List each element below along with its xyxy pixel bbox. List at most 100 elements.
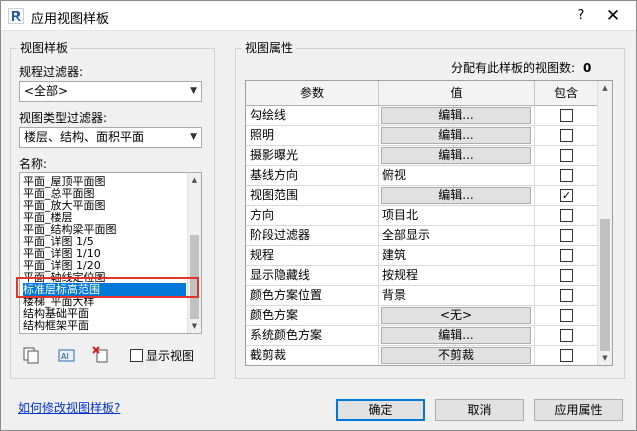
include-cell — [535, 266, 598, 286]
apply-view-template-dialog: 应用视图样板 ? ✕ 视图样板 规程过滤器: <全部> ▼ 视图类型过滤器: 楼… — [0, 0, 637, 431]
value-cell[interactable]: 项目北 — [379, 206, 535, 226]
edit-value-button[interactable]: 编辑... — [381, 147, 531, 164]
edit-value-button[interactable]: 编辑... — [381, 107, 531, 124]
parameter-cell: 系统颜色方案 — [246, 326, 379, 346]
title-bar: 应用视图样板 ? ✕ — [1, 1, 636, 31]
scroll-up-icon[interactable]: ▲ — [188, 173, 201, 187]
view-properties-table: 参数 值 包含 勾绘线 编辑... 照明 编辑... 摄影曝光 编辑... 基线方向 俯视 视图… — [245, 80, 613, 366]
list-item[interactable]: 结构框架平面 — [23, 319, 186, 332]
chevron-down-icon: ▼ — [190, 132, 197, 142]
scroll-thumb[interactable] — [600, 219, 610, 351]
include-cell — [535, 286, 598, 306]
how-to-modify-templates-link[interactable]: 如何修改视图样板? — [18, 399, 120, 416]
names-label: 名称: — [19, 157, 48, 171]
parameter-cell: 方向 — [246, 206, 379, 226]
revit-app-icon — [8, 8, 24, 24]
include-checkbox[interactable] — [560, 149, 573, 162]
include-cell — [535, 126, 598, 146]
table-row: 颜色方案 <无> — [246, 306, 598, 326]
value-cell: <无> — [379, 306, 535, 326]
names-list-scrollbar[interactable]: ▲ ▼ — [187, 173, 201, 333]
include-cell — [535, 206, 598, 226]
value-cell[interactable]: 全部显示 — [379, 226, 535, 246]
parameter-cell: 颜色方案位置 — [246, 286, 379, 306]
value-cell[interactable]: 背景 — [379, 286, 535, 306]
discipline-filter-select[interactable]: <全部> ▼ — [19, 81, 202, 102]
scroll-up-icon[interactable]: ▲ — [598, 81, 612, 95]
edit-value-button[interactable]: 不剪裁 — [381, 347, 531, 364]
view-properties-group-title: 视图属性 — [242, 40, 297, 56]
delete-icon[interactable] — [91, 345, 111, 365]
include-cell — [535, 226, 598, 246]
include-checkbox[interactable] — [560, 209, 573, 222]
parameter-cell: 阶段过滤器 — [246, 226, 379, 246]
value-cell[interactable]: 按规程 — [379, 266, 535, 286]
help-icon[interactable]: ? — [570, 5, 592, 27]
value-cell: 编辑... — [379, 326, 535, 346]
value-cell: 不剪裁 — [379, 346, 535, 365]
table-row: 系统颜色方案 编辑... — [246, 326, 598, 346]
include-checkbox[interactable] — [560, 309, 573, 322]
edit-value-button[interactable]: 编辑... — [381, 187, 531, 204]
include-checkbox[interactable] — [560, 129, 573, 142]
table-row: 视图范围 编辑... ✓ — [246, 186, 598, 206]
include-checkbox[interactable] — [560, 249, 573, 262]
table-row: 显示隐藏线 按规程 — [246, 266, 598, 286]
edit-value-button[interactable]: 编辑... — [381, 127, 531, 144]
edit-value-button[interactable]: <无> — [381, 307, 531, 324]
properties-scrollbar[interactable]: ▲ ▼ — [597, 81, 612, 365]
scroll-down-icon[interactable]: ▼ — [188, 319, 201, 333]
column-header-include[interactable]: 包含 — [535, 81, 598, 106]
table-row: 方向 项目北 — [246, 206, 598, 226]
value-cell: 编辑... — [379, 146, 535, 166]
include-checkbox[interactable] — [560, 349, 573, 362]
include-cell — [535, 246, 598, 266]
close-icon[interactable]: ✕ — [602, 5, 624, 27]
parameter-cell: 基线方向 — [246, 166, 379, 186]
include-checkbox-checked[interactable]: ✓ — [560, 189, 573, 202]
include-checkbox[interactable] — [560, 329, 573, 342]
include-checkbox[interactable] — [560, 109, 573, 122]
include-cell — [535, 346, 598, 365]
scroll-down-icon[interactable]: ▼ — [598, 351, 612, 365]
column-header-parameter[interactable]: 参数 — [246, 81, 379, 106]
table-row: 照明 编辑... — [246, 126, 598, 146]
view-type-filter-label: 视图类型过滤器: — [19, 111, 108, 125]
value-cell[interactable]: 建筑 — [379, 246, 535, 266]
show-views-checkbox[interactable] — [130, 349, 143, 362]
view-templates-group-title: 视图样板 — [17, 40, 72, 56]
duplicate-icon[interactable] — [21, 345, 41, 365]
include-checkbox[interactable] — [560, 269, 573, 282]
apply-properties-button[interactable]: 应用属性 — [534, 399, 623, 421]
include-checkbox[interactable] — [560, 229, 573, 242]
column-header-value[interactable]: 值 — [379, 81, 535, 106]
table-row: 规程 建筑 — [246, 246, 598, 266]
table-row: 勾绘线 编辑... — [246, 106, 598, 126]
ok-button[interactable]: 确定 — [336, 399, 425, 421]
template-names-list[interactable]: 平面_屋顶平面图 平面_总平面图 平面_放大平面图 平面_楼层 平面_结构梁平面… — [19, 172, 202, 334]
parameter-cell: 视图范围 — [246, 186, 379, 206]
parameter-cell: 截剪裁 — [246, 346, 379, 365]
value-cell: 编辑... — [379, 126, 535, 146]
rename-icon[interactable]: AI — [57, 345, 77, 365]
cancel-button[interactable]: 取消 — [435, 399, 524, 421]
table-row: 阶段过滤器 全部显示 — [246, 226, 598, 246]
value-cell: 编辑... — [379, 106, 535, 126]
view-type-filter-value: 楼层、结构、面积平面 — [24, 130, 145, 144]
edit-value-button[interactable]: 编辑... — [381, 327, 531, 344]
chevron-down-icon: ▼ — [190, 86, 197, 96]
table-row: 颜色方案位置 背景 — [246, 286, 598, 306]
table-row: 截剪裁 不剪裁 — [246, 346, 598, 365]
value-cell[interactable]: 俯视 — [379, 166, 535, 186]
include-checkbox[interactable] — [560, 289, 573, 302]
table-row: 基线方向 俯视 — [246, 166, 598, 186]
assigned-views-count: 0 — [583, 61, 592, 75]
view-type-filter-select[interactable]: 楼层、结构、面积平面 ▼ — [19, 127, 202, 148]
include-cell — [535, 306, 598, 326]
include-checkbox[interactable] — [560, 169, 573, 182]
dialog-title: 应用视图样板 — [31, 12, 110, 27]
discipline-filter-value: <全部> — [24, 84, 69, 98]
parameter-cell: 摄影曝光 — [246, 146, 379, 166]
assigned-views-count-label: 分配有此样板的视图数: — [451, 61, 576, 75]
parameter-cell: 规程 — [246, 246, 379, 266]
